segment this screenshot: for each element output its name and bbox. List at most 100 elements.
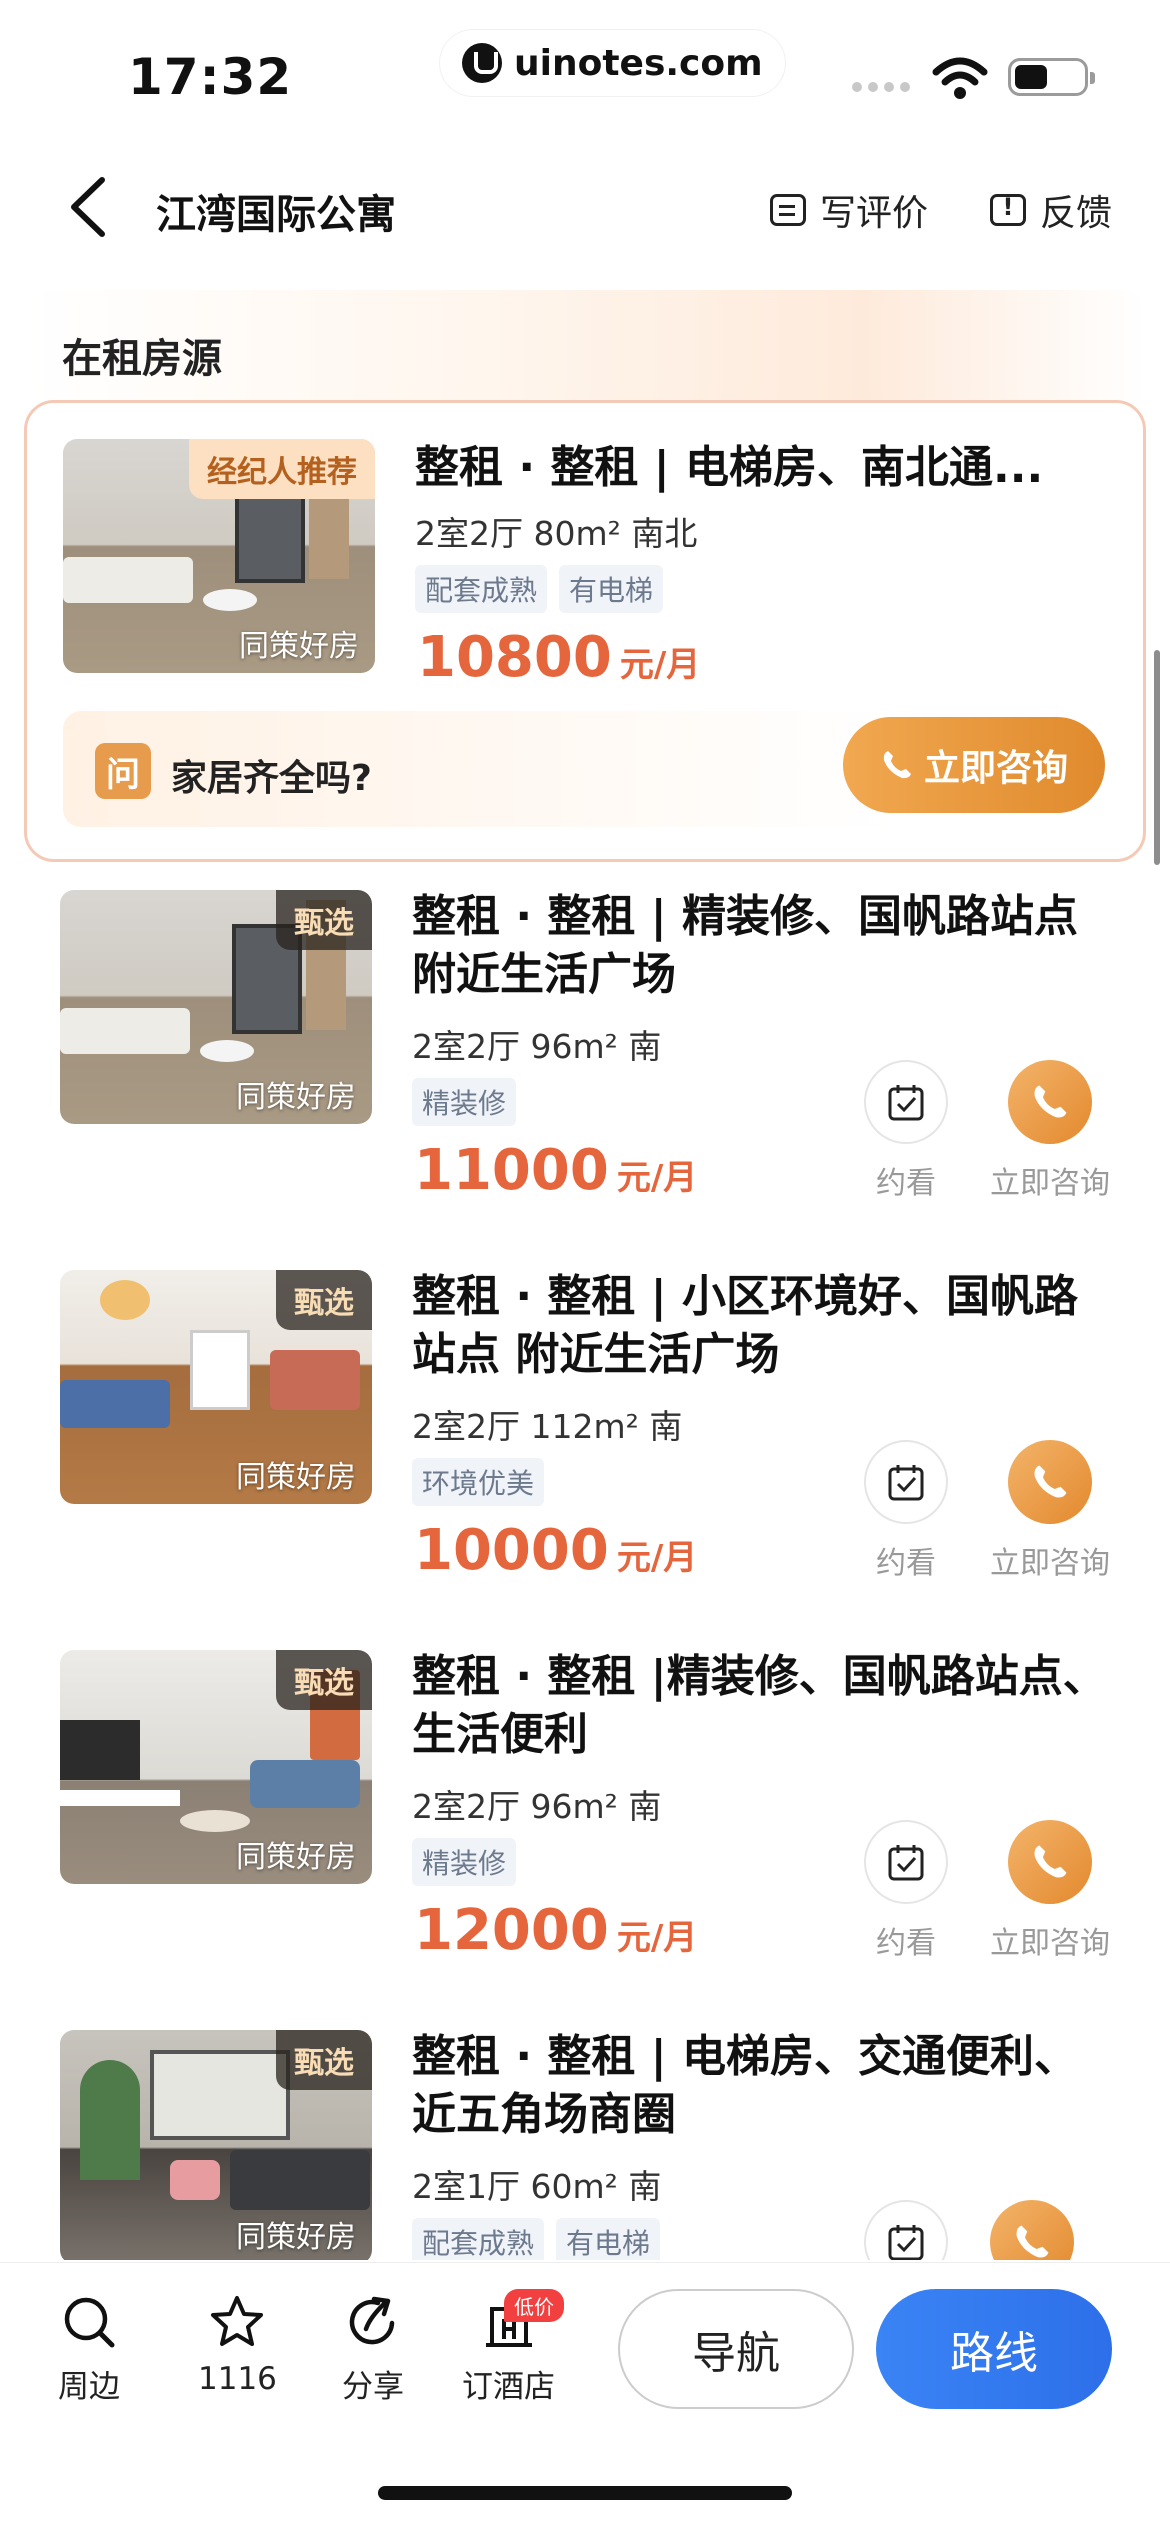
schedule-viewing-label: 约看 — [876, 1926, 936, 1961]
selected-badge: 甄选 — [276, 1650, 372, 1710]
schedule-viewing-button[interactable]: 约看 — [864, 1060, 948, 1202]
calendar-check-icon — [888, 2225, 924, 2260]
listing-photo[interactable]: 甄选 同策好房 — [60, 1270, 372, 1504]
consult-button[interactable]: 立即咨询 — [990, 1440, 1110, 1582]
phone-icon — [1034, 1465, 1067, 1498]
tag-chip: 精装修 — [412, 1078, 517, 1126]
page-header: 江湾国际公寓 写评价 反馈 — [0, 150, 1170, 260]
listing-card[interactable]: 甄选 同策好房 整租 · 整租 | 电梯房、交通便利、近五角场商圈 2室1厅 6… — [24, 2030, 1146, 2260]
listing-photo[interactable]: 甄选 同策好房 — [60, 890, 372, 1124]
listing-title: 整租 · 整租 |精装修、国帆路站点、生活便利 — [412, 1651, 1107, 1760]
price-value: 10000 — [414, 1518, 609, 1583]
listing-title: 整租 · 整租 | 小区环境好、国帆路站点 附近生活广场 — [412, 1271, 1079, 1380]
listing-price: 12000 元/月 — [414, 1898, 697, 1963]
listing-card[interactable]: 甄选 同策好房 整租 · 整租 | 小区环境好、国帆路站点 附近生活广场 2室2… — [24, 1270, 1146, 1630]
tag-chip: 环境优美 — [412, 1458, 545, 1506]
phone-icon — [1016, 2225, 1049, 2258]
tab-favorites-count: 1116 — [198, 2361, 277, 2397]
calendar-check-icon — [888, 1465, 924, 1501]
question-bar[interactable]: 问 家居齐全吗? 立即咨询 — [63, 711, 1105, 827]
phone-icon — [1034, 1845, 1067, 1878]
schedule-viewing-button[interactable]: 约看 — [864, 1820, 948, 1962]
wifi-icon — [932, 57, 988, 99]
listing-tags: 环境优美 — [412, 1458, 545, 1506]
price-value: 10800 — [417, 625, 612, 690]
price-unit: 元/月 — [616, 1918, 698, 1958]
schedule-viewing-button[interactable]: 约看 — [864, 1440, 948, 1582]
consult-now-label: 立即咨询 — [923, 748, 1068, 789]
url-pill[interactable]: uinotes.com — [440, 30, 785, 96]
scrollbar[interactable] — [1154, 650, 1160, 865]
listing-spec: 2室2厅 96m² 南 — [412, 1787, 662, 1826]
tab-favorites[interactable]: 1116 — [198, 2293, 277, 2397]
back-arrow-icon[interactable] — [60, 174, 120, 240]
price-value: 12000 — [414, 1898, 609, 1963]
listing-photo[interactable]: 甄选 同策好房 — [60, 1650, 372, 1884]
photo-watermark: 同策好房 — [236, 1460, 356, 1495]
tab-hotel-label: 订酒店 — [462, 2369, 555, 2405]
phone-icon — [1034, 1085, 1067, 1118]
tab-share[interactable]: 分享 — [342, 2293, 404, 2406]
rental-panel[interactable]: 在租房源 经纪人推荐 同策好房 整租 · 整租 | 电梯房、南北通... 2室2… — [24, 290, 1146, 2260]
listing-price: 10000 元/月 — [414, 1518, 697, 1583]
home-indicator[interactable] — [378, 2486, 792, 2500]
listing-title: 整租 · 整租 | 精装修、国帆路站点 附近生活广场 — [412, 891, 1079, 1000]
consult-button[interactable] — [990, 2200, 1074, 2260]
tag-chip: 有电梯 — [559, 565, 664, 613]
selected-badge: 甄选 — [276, 890, 372, 950]
tab-nearby-label: 周边 — [58, 2369, 120, 2405]
listing-price: 10800 元/月 — [417, 625, 700, 690]
consult-label: 立即咨询 — [990, 1546, 1110, 1581]
selected-badge: 甄选 — [276, 2030, 372, 2090]
listing-card[interactable]: 甄选 同策好房 整租 · 整租 |精装修、国帆路站点、生活便利 2室2厅 96m… — [24, 1650, 1146, 2010]
consult-button[interactable]: 立即咨询 — [990, 1060, 1110, 1202]
status-time: 17:32 — [128, 48, 293, 106]
feedback-label: 反馈 — [1040, 193, 1113, 234]
photo-watermark: 同策好房 — [236, 2220, 356, 2255]
tab-nearby[interactable]: 周边 — [58, 2293, 120, 2406]
schedule-viewing-label: 约看 — [876, 1546, 936, 1581]
listing-photo[interactable]: 甄选 同策好房 — [60, 2030, 372, 2260]
listing-photo[interactable]: 经纪人推荐 同策好房 — [63, 439, 375, 673]
selected-badge: 甄选 — [276, 1270, 372, 1330]
tag-chip: 有电梯 — [556, 2218, 661, 2260]
feedback-button[interactable]: 反馈 — [990, 184, 1112, 236]
low-price-badge: 低价 — [504, 2289, 564, 2322]
alert-icon — [990, 193, 1026, 226]
photo-watermark: 同策好房 — [236, 1080, 356, 1115]
write-review-button[interactable]: 写评价 — [770, 184, 928, 236]
listing-tags: 配套成熟 有电梯 — [412, 2218, 661, 2260]
consult-label: 立即咨询 — [990, 1926, 1110, 1961]
battery-icon — [1008, 58, 1095, 96]
question-badge-icon: 问 — [95, 743, 151, 799]
consult-button[interactable]: 立即咨询 — [990, 1820, 1110, 1962]
question-text: 家居齐全吗? — [171, 758, 372, 799]
listing-tags: 精装修 — [412, 1078, 517, 1126]
calendar-check-icon — [888, 1085, 924, 1121]
star-icon — [211, 2296, 264, 2346]
listing-title: 整租 · 整租 | 电梯房、南北通... — [415, 442, 1044, 493]
listing-card[interactable]: 甄选 同策好房 整租 · 整租 | 精装修、国帆路站点 附近生活广场 2室2厅 … — [24, 890, 1146, 1250]
schedule-viewing-button[interactable] — [864, 2200, 948, 2260]
listing-price: 11000 元/月 — [414, 1138, 697, 1203]
tag-chip: 精装修 — [412, 1838, 517, 1886]
phone-icon — [883, 751, 911, 779]
navigate-button[interactable]: 导航 — [618, 2289, 854, 2409]
status-bar: 17:32 uinotes.com — [0, 0, 1170, 140]
listing-spec: 2室2厅 96m² 南 — [412, 1027, 662, 1066]
tab-share-label: 分享 — [342, 2369, 404, 2405]
featured-listing-card[interactable]: 经纪人推荐 同策好房 整租 · 整租 | 电梯房、南北通... 2室2厅 80m… — [24, 400, 1146, 862]
consult-now-button[interactable]: 立即咨询 — [843, 717, 1105, 813]
signal-icon — [852, 82, 912, 92]
price-unit: 元/月 — [616, 1158, 698, 1198]
page-title: 江湾国际公寓 — [156, 192, 396, 238]
schedule-viewing-label: 约看 — [876, 1166, 936, 1201]
calendar-check-icon — [888, 1845, 924, 1881]
listing-spec: 2室1厅 60m² 南 — [412, 2167, 662, 2206]
listing-spec: 2室2厅 112m² 南 — [412, 1407, 683, 1446]
section-title: 在租房源 — [62, 336, 222, 382]
route-button[interactable]: 路线 — [876, 2289, 1112, 2409]
price-unit: 元/月 — [616, 1538, 698, 1578]
listing-spec: 2室2厅 80m² 南北 — [415, 514, 698, 553]
url-text: uinotes.com — [514, 42, 763, 84]
